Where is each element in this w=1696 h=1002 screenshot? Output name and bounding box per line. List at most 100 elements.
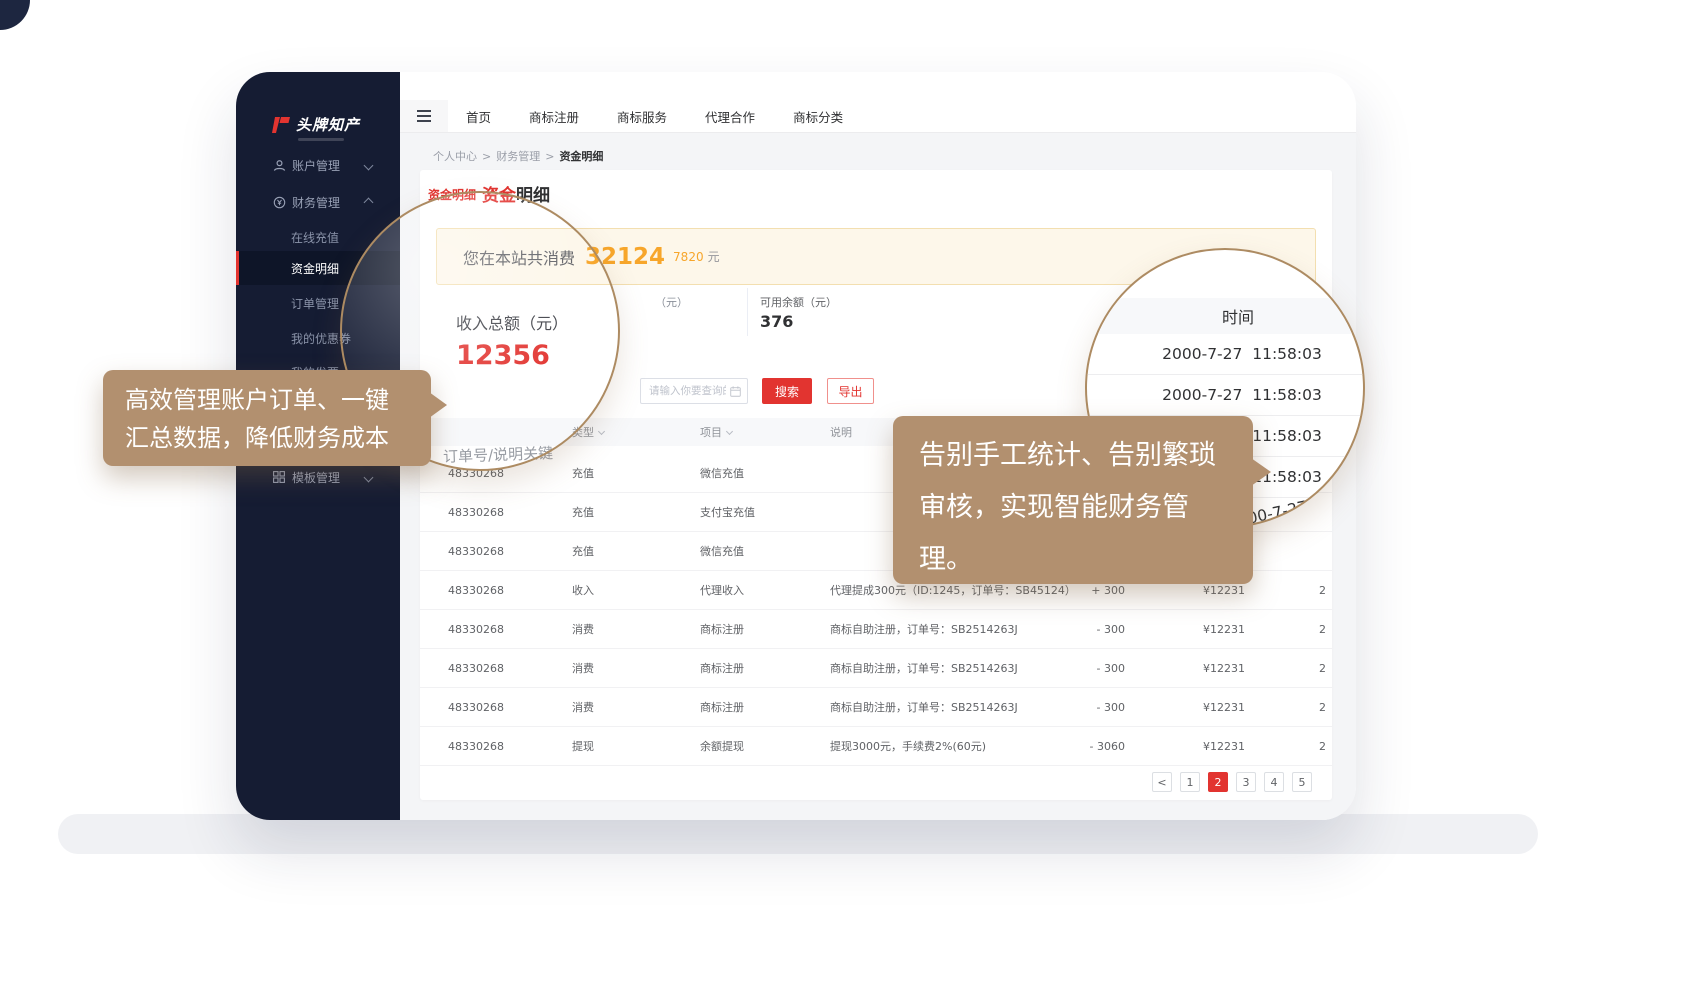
pagination-page-2-active[interactable]: 2 bbox=[1208, 772, 1228, 792]
screenshot-stage: 头牌知产 账户管理 财务管理 在线充值 资金明细 bbox=[0, 0, 1696, 1002]
cell-type: 充值 bbox=[572, 465, 700, 481]
table-row[interactable]: 48330268 消费 商标注册 商标自助注册，订单号：SB2514263J -… bbox=[420, 688, 1332, 727]
banner-amount-magnified: 32124 bbox=[585, 244, 665, 270]
sidebar-item-label: 模板管理 bbox=[292, 469, 340, 486]
cell-amount: + 300 bbox=[1085, 584, 1125, 597]
callout-left-text: 高效管理账户订单、一键汇总数据，降低财务成本 bbox=[125, 386, 389, 452]
nav-tab[interactable]: 代理合作 bbox=[705, 107, 755, 126]
header-project[interactable]: 项目 bbox=[700, 424, 830, 440]
cell-order: 48330268 bbox=[448, 701, 572, 714]
callout-arrow-right-icon bbox=[429, 392, 447, 418]
cell-desc: 商标自助注册，订单号：SB2514263J bbox=[830, 699, 1085, 715]
cell-time-clipped: 2 bbox=[1245, 740, 1332, 753]
sidebar-item-label: 财务管理 bbox=[292, 194, 340, 211]
top-navigation: 首页 商标注册 商标服务 代理合作 商标分类 bbox=[400, 100, 1356, 132]
table-row[interactable]: 48330268 消费 商标注册 商标自助注册，订单号：SB2514263J -… bbox=[420, 610, 1332, 649]
cell-order: 48330268 bbox=[448, 584, 572, 597]
cell-balance: ¥12231 bbox=[1125, 584, 1245, 597]
date-query-input[interactable] bbox=[641, 385, 730, 397]
cell-type: 消费 bbox=[572, 621, 700, 637]
cell-amount: - 3060 bbox=[1085, 740, 1125, 753]
sidebar-item-order-management[interactable]: 订单管理 bbox=[236, 286, 400, 320]
time-header: 时间 bbox=[1087, 298, 1363, 334]
date-query-field bbox=[640, 378, 748, 404]
table-row[interactable]: 48330268 提现 余额提现 提现3000元，手续费2%(60元) - 30… bbox=[420, 727, 1332, 766]
chevron-down-icon bbox=[364, 160, 374, 170]
cell-amount: - 300 bbox=[1085, 623, 1125, 636]
pagination-page-5[interactable]: 5 bbox=[1292, 772, 1312, 792]
search-button[interactable]: 搜索 bbox=[762, 378, 812, 404]
breadcrumb-current: 资金明细 bbox=[559, 148, 603, 164]
cell-desc: 商标自助注册，订单号：SB2514263J bbox=[830, 660, 1085, 676]
pagination-page-4[interactable]: 4 bbox=[1264, 772, 1284, 792]
order-header-magnified: 订单号/说明关键 bbox=[443, 442, 554, 467]
card-tab-label-magnified: 资金明细 bbox=[482, 181, 550, 206]
pagination-prev-button[interactable]: < bbox=[1152, 772, 1172, 792]
cell-balance: ¥12231 bbox=[1125, 740, 1245, 753]
cell-project: 微信充值 bbox=[700, 543, 830, 559]
nav-tab[interactable]: 商标服务 bbox=[617, 107, 667, 126]
table-row[interactable]: 48330268 消费 商标注册 商标自助注册，订单号：SB2514263J -… bbox=[420, 649, 1332, 688]
cell-desc: 商标自助注册，订单号：SB2514263J bbox=[830, 621, 1085, 637]
breadcrumb-item[interactable]: 个人中心 bbox=[433, 148, 477, 164]
divider bbox=[747, 288, 748, 336]
cell-order: 48330268 bbox=[448, 623, 572, 636]
nav-tab[interactable]: 商标注册 bbox=[529, 107, 579, 126]
header-type[interactable]: 类型 bbox=[572, 424, 700, 440]
cell-balance: ¥12231 bbox=[1125, 701, 1245, 714]
logo-text: 头牌知产 bbox=[296, 114, 360, 135]
breadcrumb-separator: > bbox=[545, 150, 554, 163]
logo-icon bbox=[272, 117, 290, 133]
cell-project: 余额提现 bbox=[700, 738, 830, 754]
cell-order: 48330268 bbox=[448, 506, 572, 519]
sidebar-item-account[interactable]: 账户管理 bbox=[236, 148, 400, 182]
cell-type: 提现 bbox=[572, 738, 700, 754]
pagination: < 1 2 3 4 5 bbox=[420, 772, 1312, 792]
income-total-value: 12356 bbox=[456, 340, 550, 371]
cell-type: 充值 bbox=[572, 504, 700, 520]
breadcrumb-item[interactable]: 财务管理 bbox=[496, 148, 540, 164]
hamburger-menu-button[interactable] bbox=[400, 100, 448, 132]
logo-subtext-decoration bbox=[298, 138, 344, 141]
sidebar-subitem-label: 在线充值 bbox=[291, 229, 339, 246]
time-value: 2000-7-27 11:58:03 bbox=[1087, 375, 1363, 416]
callout-right-text: 告别手工统计、告别繁琐审核，实现智能财务管理。 bbox=[919, 440, 1216, 575]
income-total-label: 收入总额（元） bbox=[456, 310, 568, 334]
user-icon bbox=[272, 159, 286, 172]
sidebar-item-online-recharge[interactable]: 在线充值 bbox=[236, 220, 400, 254]
banner-unit: 元 bbox=[708, 248, 720, 265]
cell-type: 消费 bbox=[572, 660, 700, 676]
card-tab-label[interactable]: 资金明细 bbox=[428, 186, 476, 203]
cell-order: 48330268 bbox=[448, 467, 572, 480]
cell-order: 48330268 bbox=[448, 740, 572, 753]
sidebar-subitem-label: 订单管理 bbox=[291, 295, 339, 312]
laptop-base bbox=[58, 814, 1538, 854]
callout-left: 高效管理账户订单、一键汇总数据，降低财务成本 bbox=[103, 370, 431, 466]
export-button[interactable]: 导出 bbox=[827, 378, 874, 404]
cell-time-clipped: 2 bbox=[1245, 623, 1332, 636]
sidebar-item-fund-details[interactable]: 资金明细 bbox=[236, 251, 400, 285]
nav-tab[interactable]: 商标分类 bbox=[793, 107, 843, 126]
banner-text: 您在本站共消费 bbox=[463, 245, 575, 269]
middle-stat-label-partial: （元） bbox=[655, 294, 688, 310]
nav-tabs: 首页 商标注册 商标服务 代理合作 商标分类 bbox=[466, 100, 843, 132]
pagination-page-1[interactable]: 1 bbox=[1180, 772, 1200, 792]
cell-time-clipped: 2 bbox=[1245, 584, 1332, 597]
cell-type: 消费 bbox=[572, 699, 700, 715]
cell-balance: ¥12231 bbox=[1125, 662, 1245, 675]
sidebar-item-finance[interactable]: 财务管理 bbox=[236, 185, 400, 219]
breadcrumb-separator: > bbox=[482, 150, 491, 163]
banner-amount: 7820 bbox=[673, 250, 704, 264]
page-corner-decoration bbox=[0, 0, 30, 30]
cell-type: 收入 bbox=[572, 582, 700, 598]
sidebar-item-my-coupons[interactable]: 我的优惠券 bbox=[236, 321, 400, 355]
sidebar-item-label: 账户管理 bbox=[292, 157, 340, 174]
pagination-page-3[interactable]: 3 bbox=[1236, 772, 1256, 792]
cell-project: 微信充值 bbox=[700, 465, 830, 481]
cell-balance: ¥12231 bbox=[1125, 623, 1245, 636]
nav-tab[interactable]: 首页 bbox=[466, 107, 491, 126]
cell-project: 商标注册 bbox=[700, 660, 830, 676]
time-value: 2000-7-27 11:58:03 bbox=[1087, 334, 1363, 375]
template-icon bbox=[272, 471, 286, 483]
callout-right: 告别手工统计、告别繁琐审核，实现智能财务管理。 bbox=[893, 416, 1253, 584]
